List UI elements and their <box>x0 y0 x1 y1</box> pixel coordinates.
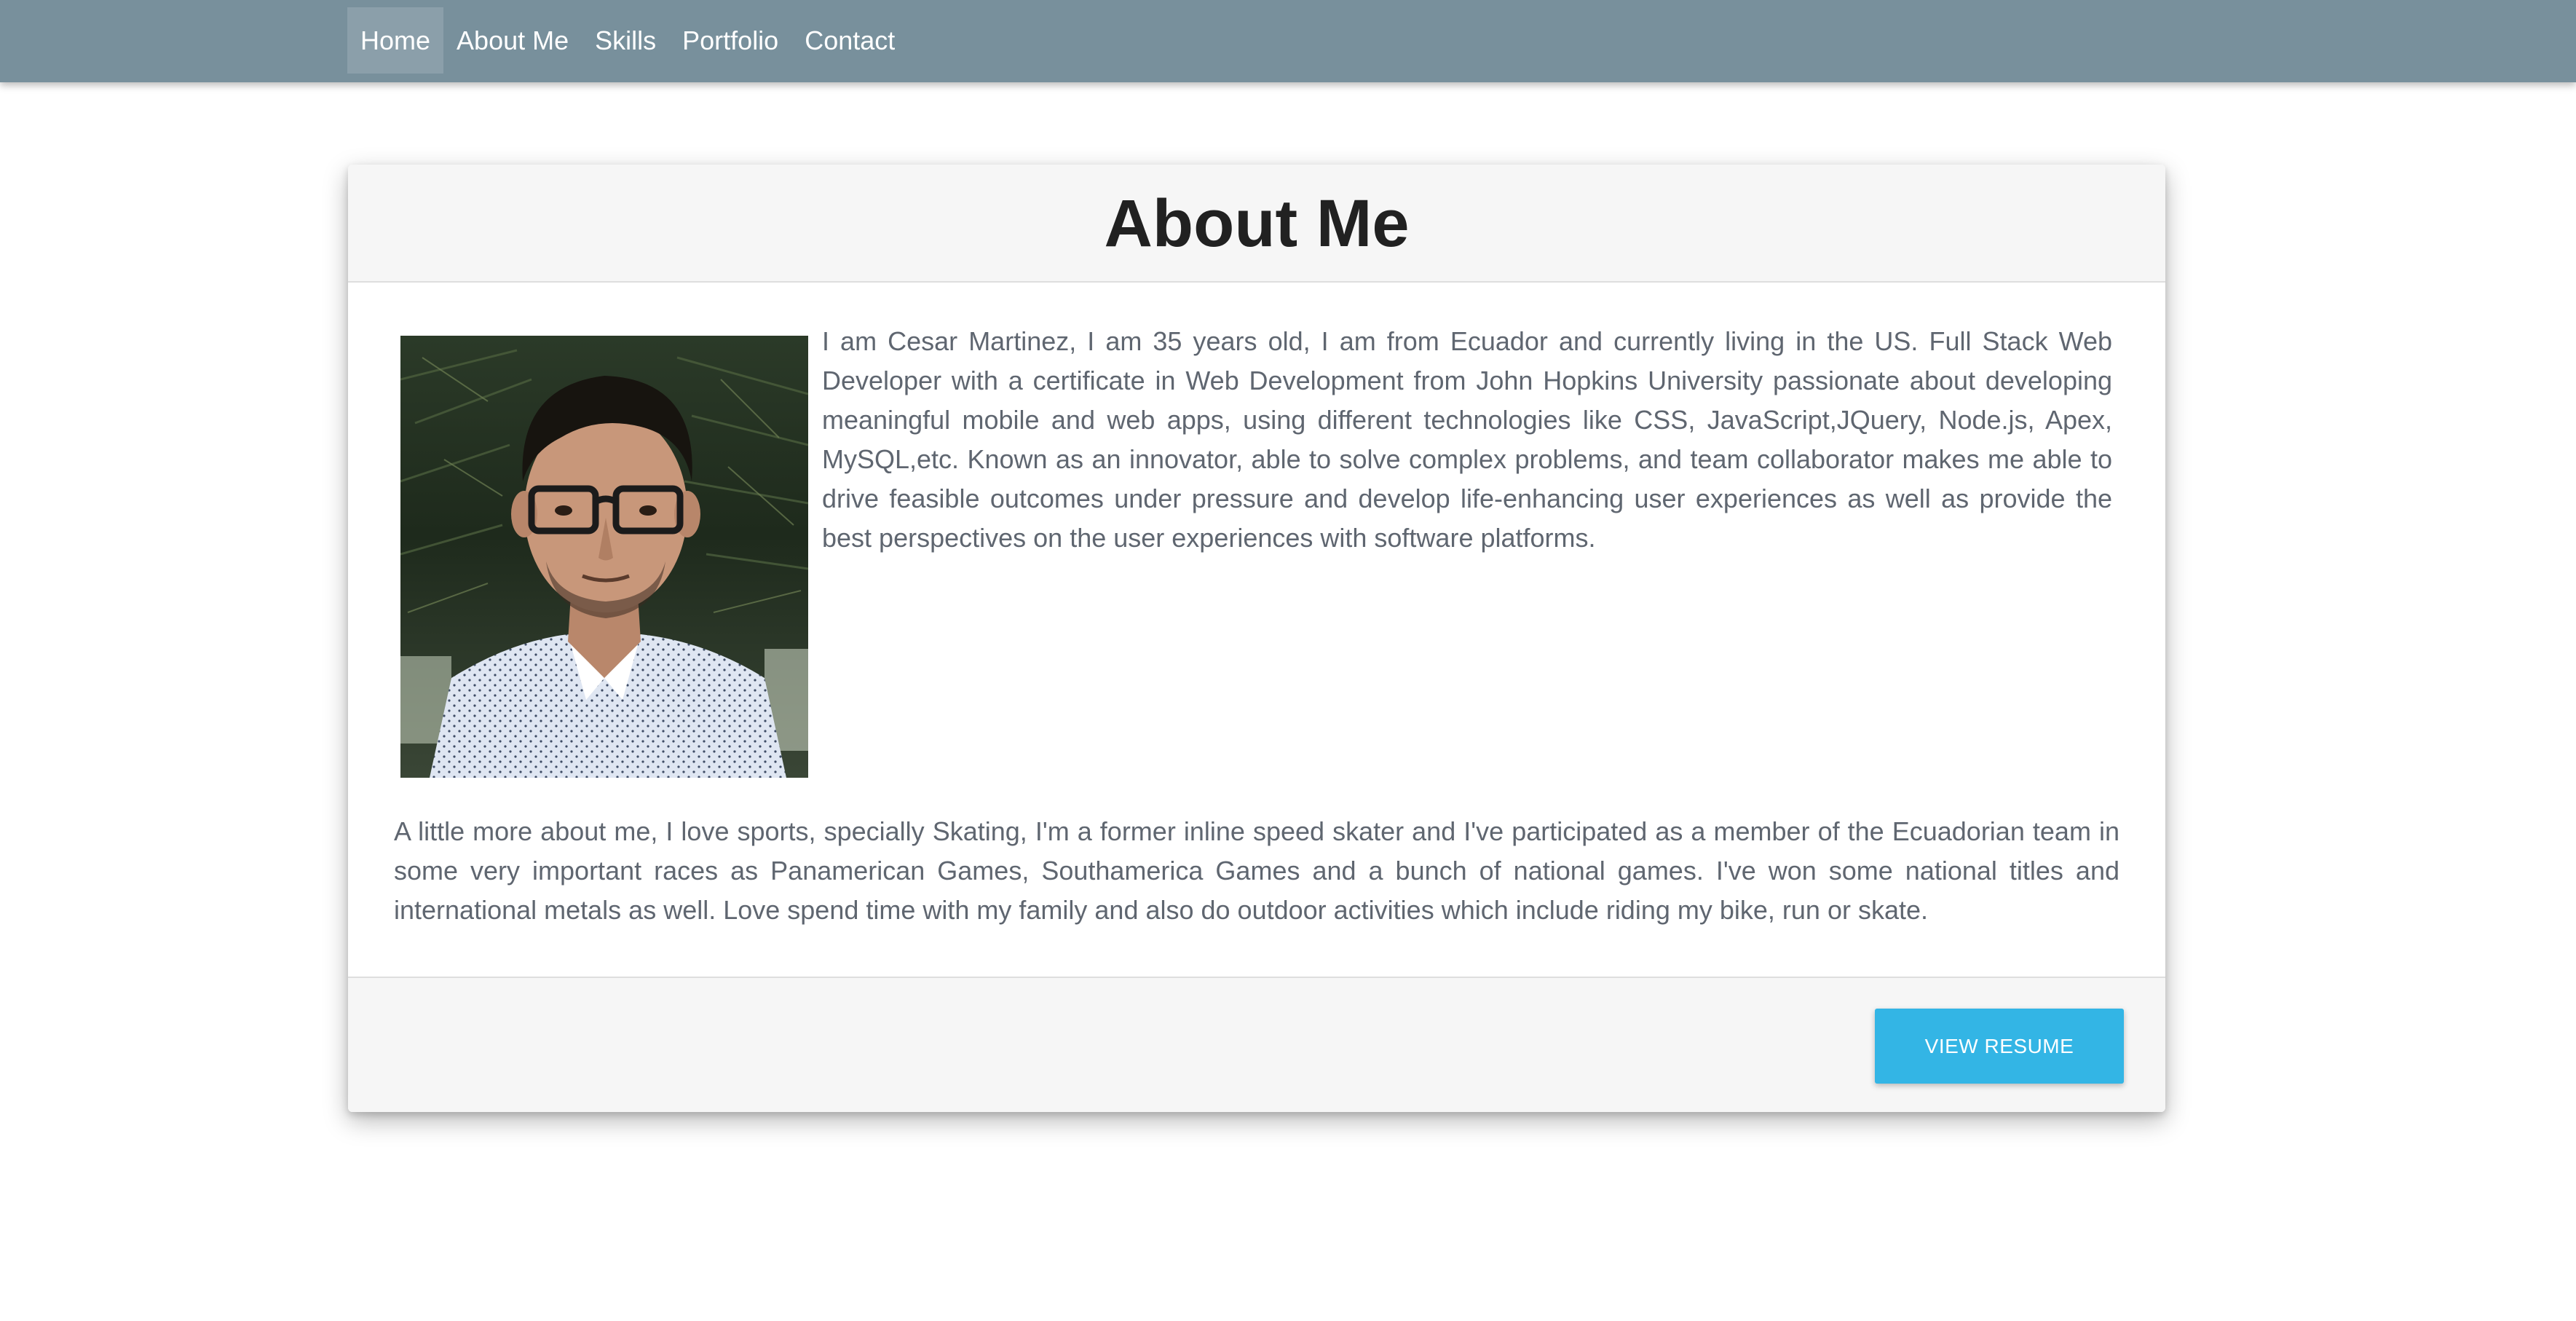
card-footer: VIEW RESUME <box>348 977 2165 1112</box>
about-paragraph-intro: I am Cesar Martinez, I am 35 years old, … <box>822 326 2112 553</box>
nav-item-skills[interactable]: Skills <box>582 7 669 74</box>
nav-menu: Home About Me Skills Portfolio Contact <box>347 7 908 74</box>
nav-item-about-me[interactable]: About Me <box>443 7 582 74</box>
view-resume-button[interactable]: VIEW RESUME <box>1875 1009 2124 1084</box>
about-paragraph-more: A little more about me, I love sports, s… <box>394 816 2119 925</box>
top-navbar: Home About Me Skills Portfolio Contact <box>0 0 2576 82</box>
about-card: About Me I am Cesar Martinez, I am 35 ye… <box>348 165 2165 1112</box>
nav-item-home[interactable]: Home <box>347 7 444 74</box>
profile-photo <box>400 336 808 778</box>
nav-item-portfolio[interactable]: Portfolio <box>669 7 791 74</box>
page-title: About Me <box>1104 186 1410 261</box>
card-header: About Me <box>348 165 2165 283</box>
nav-item-contact[interactable]: Contact <box>791 7 908 74</box>
